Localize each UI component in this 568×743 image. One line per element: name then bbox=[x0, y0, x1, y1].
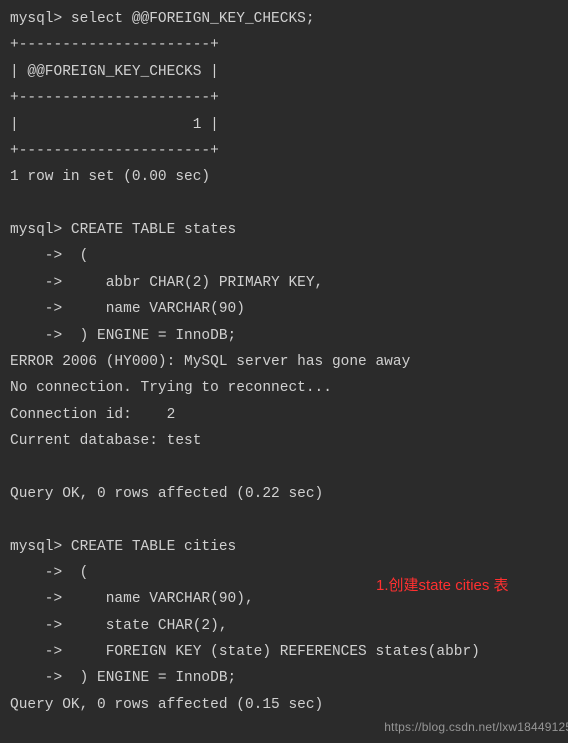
annotation-label: 1.创建state cities 表 bbox=[376, 578, 509, 593]
watermark-text: https://blog.csdn.net/lxw1844912514 bbox=[384, 717, 568, 739]
terminal-output: mysql> select @@FOREIGN_KEY_CHECKS; +---… bbox=[10, 6, 558, 718]
